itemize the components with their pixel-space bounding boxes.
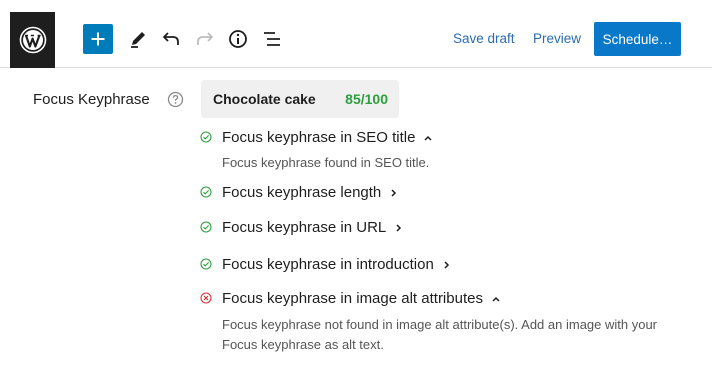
wordpress-logo-button[interactable]: [10, 12, 55, 68]
keyphrase-input[interactable]: Chocolate cake 85/100: [201, 80, 399, 118]
list-view-icon: [264, 32, 280, 46]
check-pass-icon: [200, 131, 212, 143]
chevron-up-icon: [424, 135, 432, 141]
chevron-right-icon: [396, 224, 402, 232]
redo-icon: [197, 32, 213, 45]
focus-keyphrase-label: Focus Keyphrase: [33, 91, 150, 108]
check-item-url[interactable]: Focus keyphrase in URL: [222, 219, 402, 236]
check-description: Focus keyphrase found in SEO title.: [222, 155, 430, 170]
edit-tool-button[interactable]: [124, 25, 152, 53]
pencil-icon: [131, 32, 145, 48]
check-title-label: Focus keyphrase in introduction: [222, 256, 434, 273]
list-view-button[interactable]: [258, 25, 286, 53]
plus-icon: [91, 32, 105, 46]
details-button[interactable]: [224, 25, 252, 53]
info-icon: [229, 30, 247, 48]
add-block-button[interactable]: [83, 24, 113, 54]
check-title-label: Focus keyphrase length: [222, 184, 382, 201]
redo-button[interactable]: [191, 25, 219, 53]
check-item-image-alt[interactable]: Focus keyphrase in image alt attributes: [222, 290, 501, 307]
check-fail-icon: [200, 292, 212, 304]
check-title-label: Focus keyphrase in URL: [222, 219, 387, 236]
help-circle-icon[interactable]: [167, 91, 184, 108]
check-description-line: Focus keyphrase as alt text.: [222, 337, 384, 352]
check-item-introduction[interactable]: Focus keyphrase in introduction: [222, 256, 450, 273]
undo-icon: [163, 32, 179, 45]
check-description: Focus keyphrase not found in image alt a…: [222, 315, 702, 355]
check-pass-icon: [200, 221, 212, 233]
check-item-keyphrase-length[interactable]: Focus keyphrase length: [222, 184, 397, 201]
undo-button[interactable]: [157, 25, 185, 53]
keyphrase-value: Chocolate cake: [213, 91, 316, 107]
check-pass-icon: [200, 186, 212, 198]
check-item-seo-title[interactable]: Focus keyphrase in SEO title: [222, 129, 433, 146]
check-title-label: Focus keyphrase in SEO title: [222, 129, 416, 146]
seo-score: 85/100: [345, 91, 388, 107]
save-draft-button[interactable]: Save draft: [453, 31, 515, 46]
check-description-line: Focus keyphrase not found in image alt a…: [222, 317, 658, 332]
chevron-right-icon: [444, 261, 449, 269]
chevron-right-icon: [391, 189, 397, 197]
schedule-button[interactable]: Schedule…: [594, 22, 681, 56]
chevron-up-icon: [492, 296, 500, 302]
check-title-label: Focus keyphrase in image alt attributes: [222, 290, 483, 307]
editor-toolbar: Save draft Preview Schedule…: [0, 0, 712, 68]
preview-button[interactable]: Preview: [533, 31, 581, 46]
wordpress-icon: [19, 26, 46, 54]
check-pass-icon: [200, 258, 212, 270]
